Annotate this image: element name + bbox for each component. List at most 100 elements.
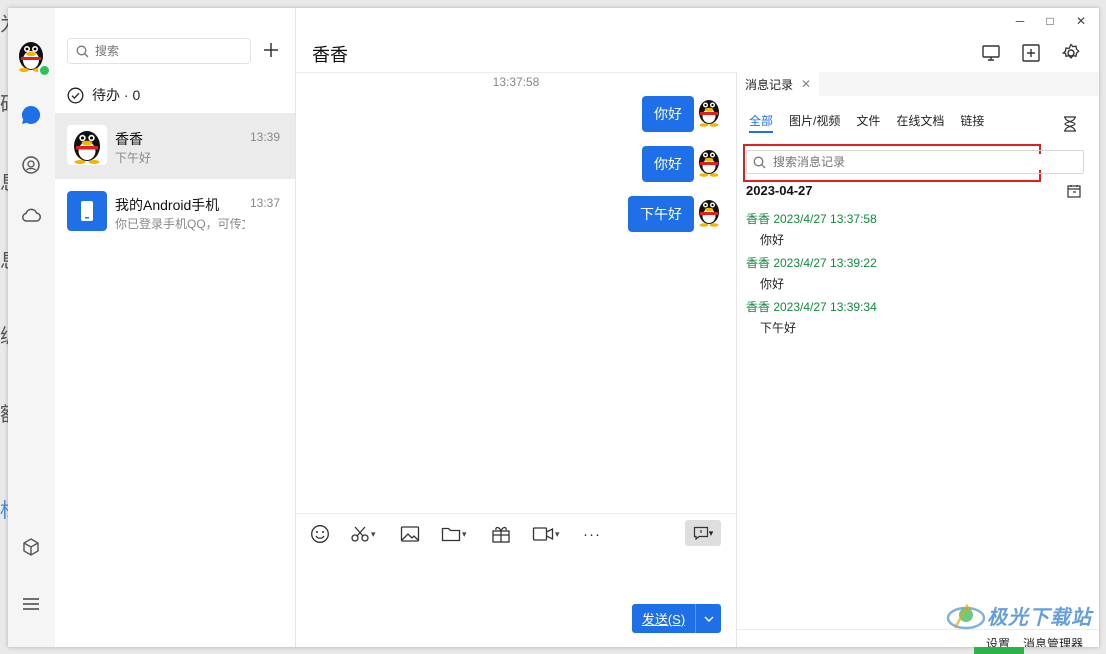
cube-icon xyxy=(23,538,39,556)
conversation-item[interactable]: 我的Android手机 你已登录手机QQ，可传文件 13:37 xyxy=(55,179,295,245)
conversation-list-panel: 待办 · 0 香香 下午好 13:39 我的Andro xyxy=(55,8,296,647)
chevron-down-icon: ▾ xyxy=(371,528,376,539)
file-button[interactable]: ▾ xyxy=(441,523,467,545)
conversation-preview: 下午好 xyxy=(115,151,152,165)
search-box[interactable] xyxy=(67,38,251,64)
gift-button[interactable] xyxy=(491,523,511,545)
message-bubble[interactable]: 下午好 xyxy=(628,196,694,232)
conversation-name: 香香 xyxy=(115,131,143,147)
image-button[interactable] xyxy=(400,523,420,545)
watermark-text: 极光下载站 xyxy=(987,606,1092,629)
main-menu-button[interactable] xyxy=(19,592,43,616)
conversation-item[interactable]: 香香 下午好 13:39 xyxy=(55,113,295,179)
taskbar-fragment xyxy=(974,647,1024,654)
settings-gear-icon[interactable] xyxy=(1061,43,1081,63)
comment-icon xyxy=(693,526,708,540)
filter-tab-media[interactable]: 图片/视频 xyxy=(789,112,840,133)
chevron-down-icon xyxy=(704,616,713,622)
video-camera-icon xyxy=(532,527,554,541)
chevron-down-icon: ▾ xyxy=(708,527,714,538)
todo-label: 待办 · 0 xyxy=(92,87,141,103)
smiley-icon xyxy=(311,525,329,543)
cloud-nav-button[interactable] xyxy=(19,203,43,227)
hourglass-icon[interactable] xyxy=(1063,116,1077,132)
search-input[interactable] xyxy=(93,43,247,59)
online-status-dot xyxy=(38,64,51,77)
history-tab-label: 消息记录 xyxy=(745,77,794,92)
reply-mode-button[interactable]: ▾ xyxy=(685,520,721,546)
conversation-time: 13:37 xyxy=(249,196,280,210)
minimize-button[interactable]: ─ xyxy=(1013,14,1027,28)
conversation-preview: 你已登录手机QQ，可传文件 xyxy=(115,217,245,231)
conversation-time: 13:39 xyxy=(249,130,280,144)
send-button-group: 发送(S) xyxy=(632,604,721,633)
more-button[interactable]: ··· xyxy=(583,523,601,545)
divider xyxy=(296,513,736,514)
close-tab-icon[interactable]: ✕ xyxy=(801,77,811,91)
sender-avatar[interactable] xyxy=(694,145,724,177)
message-manager-link[interactable]: 消息管理器 xyxy=(1023,635,1083,647)
message-bubble[interactable]: 你好 xyxy=(642,146,694,182)
chevron-down-icon: ▾ xyxy=(462,528,467,539)
send-button[interactable]: 发送(S) xyxy=(632,604,695,633)
sender-avatar[interactable] xyxy=(694,195,724,227)
check-circle-icon xyxy=(67,87,84,103)
divider xyxy=(296,72,736,73)
filter-tab-files[interactable]: 文件 xyxy=(856,112,880,133)
search-icon xyxy=(76,45,89,57)
watermark: 极光下载站 xyxy=(945,598,1092,632)
sender-avatar[interactable] xyxy=(694,95,724,127)
left-rail xyxy=(8,8,55,647)
filter-tab-all[interactable]: 全部 xyxy=(749,112,774,133)
conversation-name: 我的Android手机 xyxy=(115,197,220,213)
chat-panel: 香香 13:37:58 你好 你好 下午好 ▾ ▾ ▾ ··· ▾ 发送(S) xyxy=(296,8,736,647)
history-tab[interactable]: 消息记录 ✕ xyxy=(737,72,819,96)
history-search-input[interactable] xyxy=(771,154,1075,170)
send-options-dropdown[interactable] xyxy=(695,604,721,633)
contacts-nav-button[interactable] xyxy=(19,153,43,177)
filter-tab-docs[interactable]: 在线文档 xyxy=(896,112,944,133)
cloud-icon xyxy=(22,208,41,222)
add-plus-button[interactable] xyxy=(261,40,281,60)
video-call-button[interactable]: ▾ xyxy=(532,523,560,545)
screen-share-icon[interactable] xyxy=(981,43,1001,63)
scissors-icon xyxy=(351,526,369,542)
history-entry-text[interactable]: 你好 xyxy=(760,275,784,292)
history-filter-tabs: 全部 图片/视频 文件 在线文档 链接 xyxy=(743,112,1041,182)
message-history-panel: 消息记录 ✕ 全部 图片/视频 文件 在线文档 链接 2023-04-27 香香… xyxy=(736,72,1099,647)
chat-title: 香香 xyxy=(312,45,348,65)
history-settings-link[interactable]: 设置 xyxy=(986,635,1010,647)
maximize-button[interactable]: □ xyxy=(1043,14,1057,28)
history-entry-header: 香香 2023/4/27 13:39:22 xyxy=(746,256,877,270)
filter-tab-links[interactable]: 链接 xyxy=(960,112,984,133)
messages-nav-button[interactable] xyxy=(19,103,43,127)
history-entry-header: 香香 2023/4/27 13:39:34 xyxy=(746,300,877,314)
watermark-logo-icon xyxy=(946,603,986,630)
folder-icon xyxy=(441,527,461,542)
todo-row[interactable]: 待办 · 0 xyxy=(67,85,140,105)
contacts-icon xyxy=(22,156,40,174)
phone-avatar-icon xyxy=(67,191,107,231)
history-search-box[interactable] xyxy=(746,150,1084,174)
history-date: 2023-04-27 xyxy=(746,183,813,198)
history-entry-text[interactable]: 下午好 xyxy=(760,319,796,336)
history-entry-header: 香香 2023/4/27 13:37:58 xyxy=(746,212,877,226)
hamburger-menu-icon xyxy=(23,598,39,610)
emoji-button[interactable] xyxy=(310,523,330,545)
message-timestamp: 13:37:58 xyxy=(492,75,540,89)
history-tab-bar: 消息记录 ✕ xyxy=(737,72,1099,96)
add-member-icon[interactable] xyxy=(1021,43,1041,63)
gift-icon xyxy=(492,526,510,543)
apps-nav-button[interactable] xyxy=(19,535,43,559)
close-button[interactable]: ✕ xyxy=(1074,14,1088,28)
chat-bubble-icon xyxy=(21,105,41,124)
calendar-icon[interactable] xyxy=(1067,184,1081,198)
search-icon xyxy=(753,156,766,168)
chevron-down-icon: ▾ xyxy=(555,528,560,539)
image-icon xyxy=(400,526,420,542)
penguin-avatar xyxy=(67,125,107,165)
message-bubble[interactable]: 你好 xyxy=(642,96,694,132)
history-entry-text[interactable]: 你好 xyxy=(760,231,784,248)
screenshot-button[interactable]: ▾ xyxy=(350,523,376,545)
qq-window: 待办 · 0 香香 下午好 13:39 我的Andro xyxy=(8,8,1099,647)
